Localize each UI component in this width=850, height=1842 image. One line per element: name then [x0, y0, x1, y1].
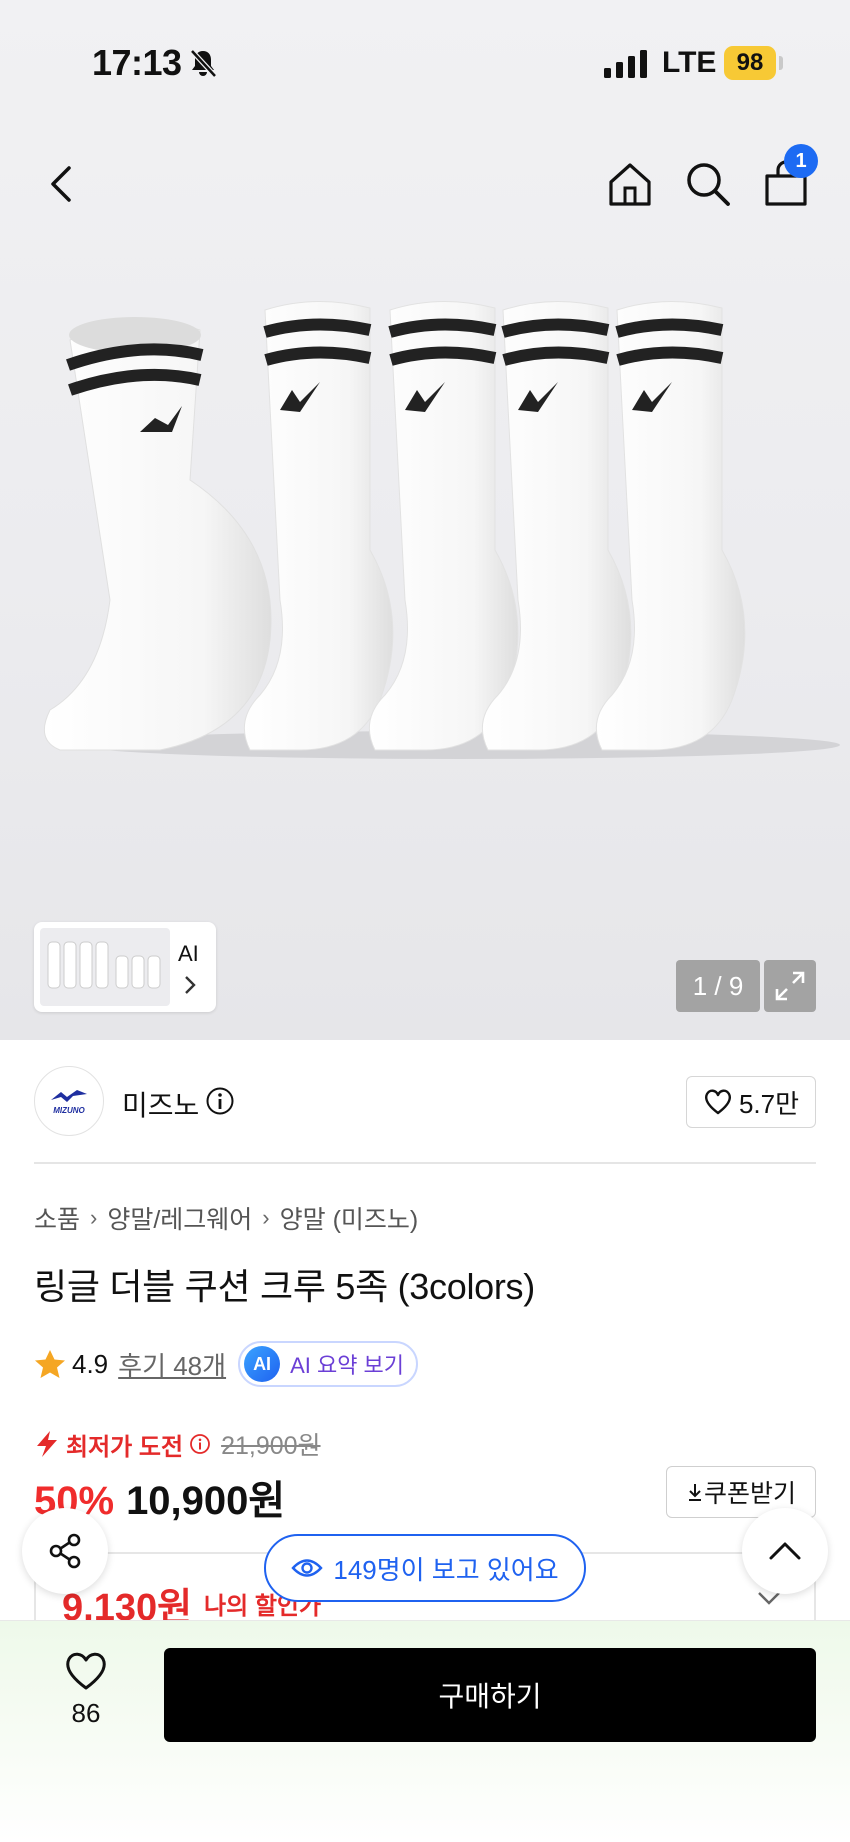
network-type: LTE: [662, 46, 717, 79]
status-bar: 17:13 LTE 98: [0, 0, 850, 126]
ai-thumbnail-image: [40, 928, 170, 1006]
product-title: 링글 더블 쿠션 크루 5족 (3colors): [34, 1266, 535, 1307]
image-counter: 1 / 9: [676, 960, 760, 1012]
expand-icon: [775, 971, 805, 1001]
breadcrumb-item[interactable]: 소품: [34, 1200, 80, 1236]
lowest-price-row: 최저가 도전 21,900원: [34, 1426, 321, 1462]
lowest-price-label: 최저가 도전: [66, 1433, 184, 1461]
review-count-link[interactable]: 후기 48개: [118, 1346, 226, 1383]
heart-icon: [66, 1652, 106, 1690]
viewers-badge: 149명이 보고 있어요: [264, 1534, 586, 1602]
breadcrumb-separator-icon: ›: [90, 1205, 98, 1230]
viewers-text: 149명이 보고 있어요: [333, 1554, 559, 1585]
brand-logo-text: MIZUNO: [53, 1105, 85, 1115]
ai-thumbnail-label: AI: [178, 941, 199, 966]
scroll-top-button[interactable]: [742, 1508, 828, 1594]
brand-like-count: 5.7만: [738, 1088, 800, 1119]
signal-icon: [604, 50, 647, 78]
search-icon: [687, 163, 730, 206]
buy-button[interactable]: 구매하기: [164, 1648, 816, 1742]
mizuno-runbird-logo: [51, 1089, 87, 1102]
info-icon[interactable]: [189, 1433, 211, 1455]
brand-name[interactable]: 미즈노: [122, 1084, 199, 1124]
original-price: 21,900원: [221, 1432, 321, 1460]
current-price: 10,900원: [126, 1479, 286, 1523]
lightning-icon: [37, 1431, 57, 1457]
back-button[interactable]: [32, 154, 92, 214]
ai-thumbnail-button[interactable]: [34, 922, 216, 1012]
wishlist-count: 86: [71, 1698, 101, 1728]
chevron-up-icon: [769, 1542, 801, 1560]
home-button[interactable]: [600, 154, 660, 214]
ai-summary-label: AI 요약 보기: [290, 1353, 405, 1378]
divider: [34, 1162, 816, 1164]
breadcrumb: 소품 › 양말/레그웨어 › 양말 (미즈노): [34, 1200, 418, 1236]
chevron-right-icon: [185, 976, 196, 994]
rating-row: 4.9 후기 48개 AI AI 요약 보기: [34, 1340, 419, 1388]
heart-icon: [704, 1089, 731, 1115]
ai-badge: AI: [244, 1346, 281, 1382]
battery-tip: [779, 56, 783, 70]
battery-level: 98: [724, 46, 776, 80]
breadcrumb-separator-icon: ›: [262, 1205, 270, 1230]
cart-button[interactable]: 1: [756, 144, 818, 214]
sock-group: [243, 300, 746, 751]
breadcrumb-item[interactable]: 양말 (미즈노): [280, 1200, 419, 1236]
breadcrumb-item[interactable]: 양말/레그웨어: [107, 1200, 252, 1236]
ai-summary-button[interactable]: AI AI 요약 보기: [238, 1341, 419, 1387]
rating-score: 4.9: [72, 1348, 109, 1379]
back-icon: [51, 166, 71, 202]
cart-count-badge: 1: [784, 144, 818, 178]
coupon-label: 쿠폰받기: [703, 1480, 796, 1508]
star-icon: [35, 1350, 65, 1378]
product-image: [43, 300, 840, 759]
bell-off-icon: [190, 49, 217, 78]
brand-like-button[interactable]: 5.7만: [686, 1076, 816, 1128]
status-time: 17:13: [92, 42, 182, 83]
eye-icon: [291, 1559, 324, 1577]
download-icon: [688, 1484, 701, 1501]
brand-logo[interactable]: MIZUNO: [34, 1066, 104, 1136]
share-icon: [49, 1533, 81, 1569]
wishlist-button[interactable]: 86: [56, 1650, 116, 1729]
share-button[interactable]: [22, 1508, 108, 1594]
info-icon[interactable]: [205, 1086, 235, 1116]
search-button[interactable]: [678, 154, 738, 214]
expand-button[interactable]: [764, 960, 816, 1012]
home-icon: [609, 163, 651, 206]
